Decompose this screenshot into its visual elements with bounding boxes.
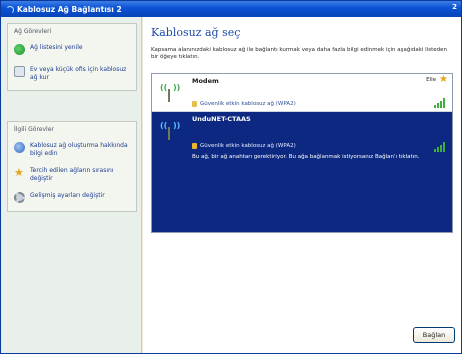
sidebar: Ağ Görevleri Ağ listesini yenile Ev veya… (2, 17, 142, 353)
related-tasks-panel: İlgili Görevler Kablosuz ağ oluşturma ha… (7, 121, 137, 212)
preferred-star-icon: ★ (439, 74, 448, 85)
task-label: Tercih edilen ağların sırasını değiştir (30, 167, 114, 182)
security-label: Güvenlik etkin kablosuz ağ (WPA2) (192, 101, 296, 107)
network-item-modem[interactable]: (()) Modem Elle ★ Güvenlik etkin kablosu… (152, 74, 452, 112)
wireless-setup-icon (14, 66, 25, 77)
security-text: Güvenlik etkin kablosuz ağ (WPA2) (200, 143, 296, 149)
network-item-undunet[interactable]: (()) UnduNET-CTAAS Güvenlik etkin kablos… (152, 112, 452, 232)
network-list[interactable]: (()) Modem Elle ★ Güvenlik etkin kablosu… (151, 73, 453, 233)
antenna-icon: (()) (158, 118, 180, 140)
gear-icon (14, 192, 25, 203)
task-label: Gelişmiş ayarları değiştir (30, 192, 105, 199)
refresh-network-list-link[interactable]: Ağ listesini yenile (8, 38, 136, 58)
lock-icon (192, 101, 197, 107)
task-label: Kablosuz ağ oluşturma hakkında bilgi edi… (30, 142, 128, 157)
security-text: Güvenlik etkin kablosuz ağ (WPA2) (200, 101, 296, 107)
lock-icon (192, 143, 197, 149)
change-preferred-order-link[interactable]: ★ Tercih edilen ağların sırasını değişti… (8, 161, 136, 186)
page-title: Kablosuz ağ seç (151, 26, 241, 39)
title-suffix: 2 (452, 3, 457, 11)
network-tasks-panel: Ağ Görevleri Ağ listesini yenile Ev veya… (7, 23, 137, 91)
title-bar[interactable]: Kablosuz Ağ Bağlantısı 2 2 (1, 1, 461, 17)
security-label: Güvenlik etkin kablosuz ağ (WPA2) (192, 143, 296, 149)
advanced-settings-link[interactable]: Gelişmiş ayarları değiştir (8, 186, 136, 211)
related-tasks-header: İlgili Görevler (14, 126, 54, 133)
task-label: Ev veya küçük ofis için kablosuz ağ kur (30, 66, 127, 81)
refresh-icon (14, 44, 25, 55)
network-name: UnduNET-CTAAS (192, 115, 251, 123)
window-title: Kablosuz Ağ Bağlantısı 2 (17, 4, 122, 14)
network-key-note: Bu ağ, bir ağ anahtarı gerektiriyor. Bu … (192, 154, 420, 160)
wireless-network-icon (5, 5, 14, 14)
signal-strength-icon (434, 98, 446, 108)
learn-wireless-link[interactable]: Kablosuz ağ oluşturma hakkında bilgi edi… (8, 136, 136, 161)
network-status: Elle (426, 77, 436, 83)
antenna-icon: (()) (158, 80, 180, 102)
connect-button[interactable]: Bağlan (413, 327, 455, 343)
task-label: Ağ listesini yenile (30, 44, 83, 51)
page-description: Kapsama alanınızdaki kablosuz ağ ile bağ… (151, 47, 447, 60)
wireless-connection-window: Kablosuz Ağ Bağlantısı 2 2 Ağ Görevleri … (0, 0, 462, 354)
info-icon (14, 142, 25, 153)
network-name: Modem (192, 77, 219, 85)
signal-strength-icon (434, 142, 446, 152)
setup-wireless-network-link[interactable]: Ev veya küçük ofis için kablosuz ağ kur (8, 58, 136, 90)
main-pane: Kablosuz ağ seç Kapsama alanınızdaki kab… (143, 17, 461, 353)
network-tasks-header: Ağ Görevleri (14, 28, 52, 35)
star-icon: ★ (14, 166, 24, 179)
